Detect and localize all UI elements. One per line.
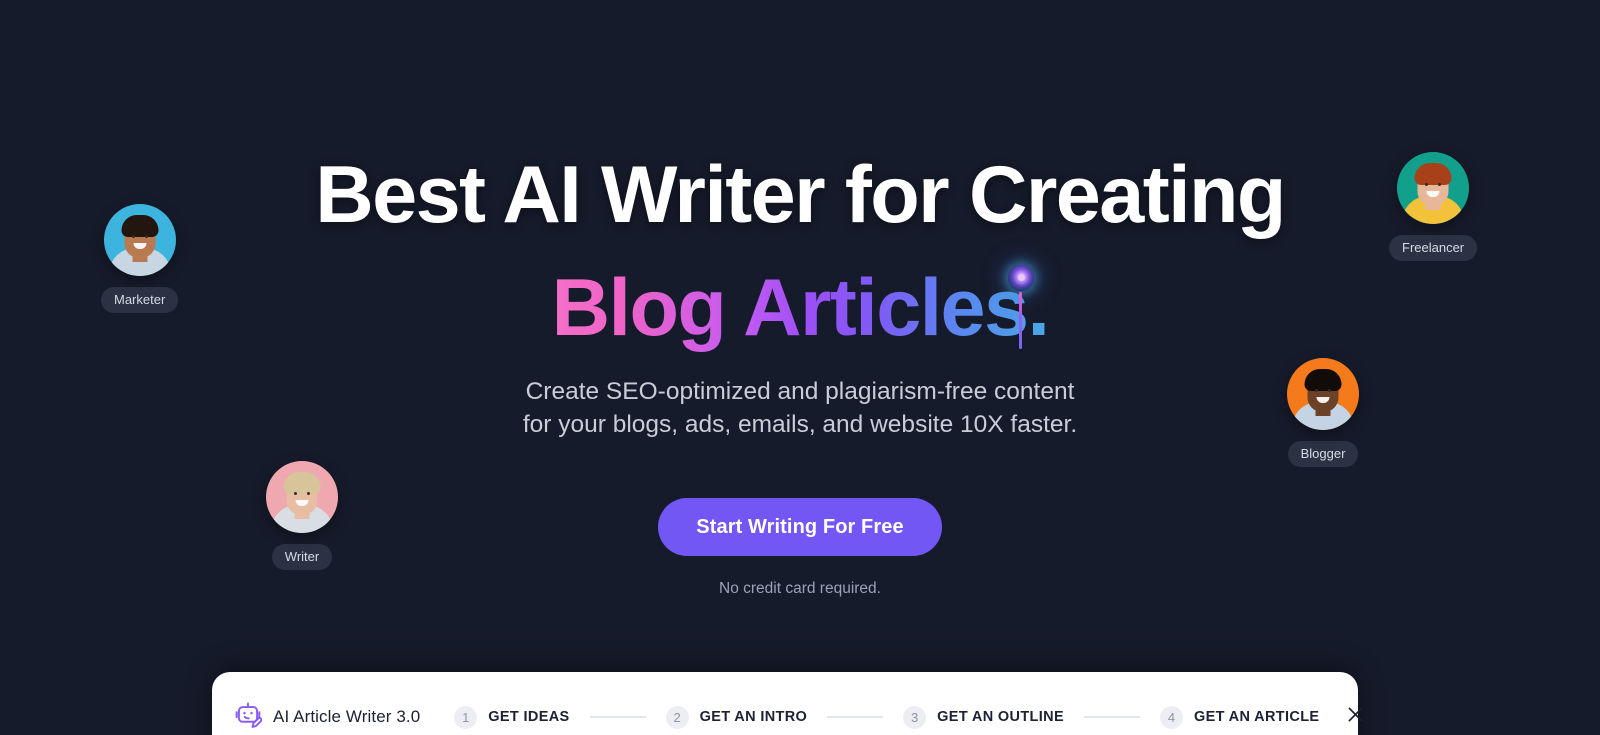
step-item-2[interactable]: 2 GET AN INTRO [665,705,808,729]
page-root: Best AI Writer for Creating Blog Article… [0,0,1600,735]
close-icon [1345,704,1366,730]
avatar-hair [283,472,321,494]
avatar-eye-right [1328,389,1331,392]
close-button[interactable] [1345,703,1366,731]
brand-block: AI Article Writer 3.0 [234,701,420,734]
cursor-dot-icon [1018,274,1025,281]
avatar [1397,152,1470,224]
step-separator [589,716,646,718]
step-label: GET AN OUTLINE [937,709,1064,725]
hero-subheading: Create SEO-optimized and plagiarism-free… [0,375,1600,441]
page-title-line2: Blog Articles. [551,263,1050,353]
start-writing-button[interactable]: Start Writing For Free [658,498,942,556]
robot-pencil-icon [234,701,263,734]
avatar-hair [1304,369,1342,391]
step-item-3[interactable]: 3 GET AN OUTLINE [903,705,1064,729]
avatar-hair [1414,163,1452,185]
persona-label: Blogger [1287,441,1359,467]
avatar [103,204,176,276]
steps-list: 1 GET IDEAS 2 GET AN INTRO 3 GET AN OUTL… [454,705,1320,729]
avatar-eye-right [307,492,310,495]
avatar-hair [121,215,159,237]
cta-wrapper: Start Writing For Free [0,498,1600,556]
persona-label: Marketer [101,287,179,313]
step-number: 3 [903,705,927,729]
brand-name: AI Article Writer 3.0 [273,707,421,726]
no-credit-card-note: No credit card required. [719,580,881,597]
avatar-face [1397,152,1470,224]
step-label: GET AN INTRO [699,709,808,725]
persona-marketer[interactable]: Marketer [101,204,179,313]
avatar [1287,358,1359,430]
step-number: 2 [665,705,689,729]
step-item-4[interactable]: 4 GET AN ARTICLE [1159,705,1320,729]
avatar-eye-left [294,492,297,495]
avatar-eye-left [1315,389,1318,392]
hero-subheading-line1: Create SEO-optimized and plagiarism-free… [525,378,1075,405]
step-separator [827,716,884,718]
step-number: 4 [1159,705,1183,729]
persona-blogger[interactable]: Blogger [1287,358,1359,467]
article-writer-step-bar: AI Article Writer 3.0 1 GET IDEAS 2 GET … [212,672,1363,735]
persona-label: Freelancer [1389,235,1478,261]
step-number: 1 [454,705,478,729]
persona-label: Writer [271,544,333,570]
step-label: GET AN ARTICLE [1193,709,1320,725]
avatar-face [266,461,338,533]
step-separator [1083,716,1140,718]
text-caret-icon [1019,292,1022,349]
page-title-line1: Best AI Writer for Creating [315,150,1286,240]
avatar [266,461,338,533]
avatar-face [103,204,176,276]
ai-cursor-marker [1008,265,1036,350]
avatar-eye-left [131,235,135,238]
avatar-face [1287,358,1359,430]
step-item-1[interactable]: 1 GET IDEAS [454,705,570,729]
hero-subheading-line2: for your blogs, ads, emails, and website… [522,411,1078,438]
persona-freelancer[interactable]: Freelancer [1389,152,1478,261]
page-title-line2-wrap: Blog Articles. [0,263,1600,357]
persona-writer[interactable]: Writer [266,461,338,570]
step-label: GET IDEAS [488,709,570,725]
avatar-eye-right [144,235,148,238]
